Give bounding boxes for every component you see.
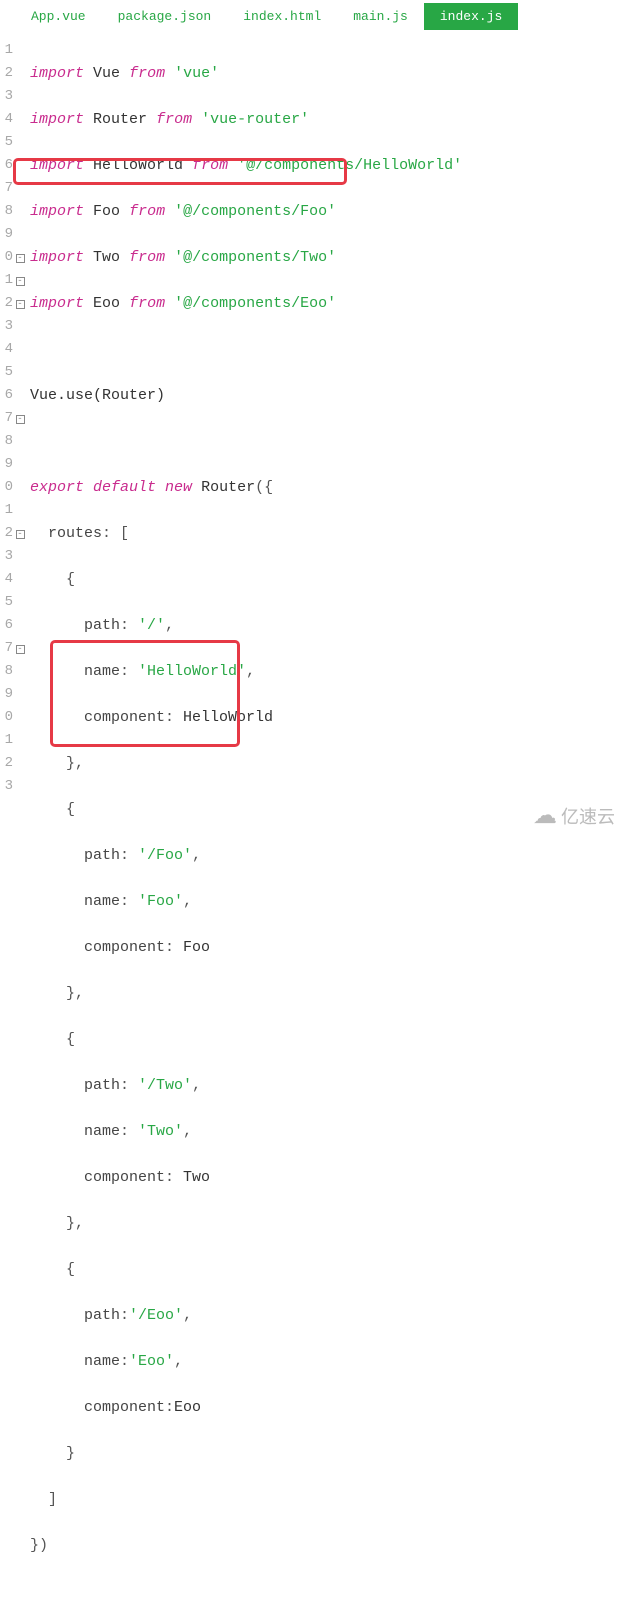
line-number: 1	[0, 729, 13, 752]
line-number-gutter: 1 2 3 4 5 6 7 8 9 0 1 2 3 4 5 6 7 8 9 0 …	[0, 39, 14, 1603]
line-number: 6	[0, 154, 13, 177]
fold-icon[interactable]: -	[14, 269, 26, 292]
line-number: 3	[0, 545, 13, 568]
code-line: name: 'Two',	[30, 1120, 623, 1143]
line-number: 8	[0, 200, 13, 223]
fold-icon[interactable]: -	[14, 407, 26, 430]
tab-main-js[interactable]: main.js	[337, 3, 424, 30]
code-line: export default new Router({	[30, 476, 623, 499]
code-line: import Router from 'vue-router'	[30, 108, 623, 131]
line-number: 2	[0, 522, 13, 545]
tab-package-json[interactable]: package.json	[102, 3, 228, 30]
line-number: 9	[0, 683, 13, 706]
code-line: },	[30, 982, 623, 1005]
code-line: import Vue from 'vue'	[30, 62, 623, 85]
code-line: {	[30, 568, 623, 591]
line-number: 5	[0, 361, 13, 384]
code-line: import Foo from '@/components/Foo'	[30, 200, 623, 223]
line-number: 8	[0, 430, 13, 453]
fold-icon[interactable]: -	[14, 246, 26, 269]
line-number: 5	[0, 131, 13, 154]
code-line: ]	[30, 1488, 623, 1511]
line-number: 3	[0, 85, 13, 108]
line-number: 4	[0, 108, 13, 131]
line-number: 9	[0, 453, 13, 476]
code-line: },	[30, 1212, 623, 1235]
code-line: name:'Eoo',	[30, 1350, 623, 1373]
code-line: {	[30, 1028, 623, 1051]
code-editor[interactable]: 1 2 3 4 5 6 7 8 9 0 1 2 3 4 5 6 7 8 9 0 …	[0, 33, 623, 1603]
fold-gutter: - - - - - -	[14, 39, 26, 1603]
line-number: 1	[0, 499, 13, 522]
line-number: 0	[0, 476, 13, 499]
line-number: 7	[0, 177, 13, 200]
code-line: import Two from '@/components/Two'	[30, 246, 623, 269]
tab-bar: App.vue package.json index.html main.js …	[0, 0, 623, 33]
line-number: 9	[0, 223, 13, 246]
code-line	[30, 338, 623, 361]
line-number: 2	[0, 62, 13, 85]
code-line: name: 'Foo',	[30, 890, 623, 913]
code-line: path: '/',	[30, 614, 623, 637]
code-line: import HelloWorld from '@/components/Hel…	[30, 154, 623, 177]
fold-icon[interactable]: -	[14, 637, 26, 660]
line-number: 2	[0, 752, 13, 775]
line-number: 4	[0, 338, 13, 361]
line-number: 6	[0, 384, 13, 407]
line-number: 0	[0, 706, 13, 729]
line-number: 3	[0, 315, 13, 338]
cloud-icon: ☁	[533, 801, 557, 830]
watermark-text: 亿速云	[561, 803, 615, 829]
line-number: 3	[0, 775, 13, 798]
line-number: 0	[0, 246, 13, 269]
tab-index-js[interactable]: index.js	[424, 3, 518, 30]
line-number: 1	[0, 39, 13, 62]
code-line	[30, 430, 623, 453]
line-number: 1	[0, 269, 13, 292]
line-number: 8	[0, 660, 13, 683]
code-line: Vue.use(Router)	[30, 384, 623, 407]
code-line: component: Two	[30, 1166, 623, 1189]
code-line: component: Foo	[30, 936, 623, 959]
line-number: 7	[0, 407, 13, 430]
code-line: },	[30, 752, 623, 775]
code-line: path: '/Two',	[30, 1074, 623, 1097]
code-line: routes: [	[30, 522, 623, 545]
line-number: 5	[0, 591, 13, 614]
watermark: ☁ 亿速云	[533, 801, 615, 830]
code-line: component:Eoo	[30, 1396, 623, 1419]
fold-icon[interactable]: -	[14, 522, 26, 545]
line-number: 2	[0, 292, 13, 315]
line-number: 6	[0, 614, 13, 637]
fold-icon[interactable]: -	[14, 292, 26, 315]
code-line: path:'/Eoo',	[30, 1304, 623, 1327]
tab-index-html[interactable]: index.html	[227, 3, 337, 30]
line-number: 7	[0, 637, 13, 660]
code-line: name: 'HelloWorld',	[30, 660, 623, 683]
tab-app-vue[interactable]: App.vue	[15, 3, 102, 30]
code-line: path: '/Foo',	[30, 844, 623, 867]
code-line: import Eoo from '@/components/Eoo'	[30, 292, 623, 315]
code-line: }	[30, 1442, 623, 1465]
code-line: component: HelloWorld	[30, 706, 623, 729]
code-line: })	[30, 1534, 623, 1557]
line-number: 4	[0, 568, 13, 591]
code-line: {	[30, 1258, 623, 1281]
